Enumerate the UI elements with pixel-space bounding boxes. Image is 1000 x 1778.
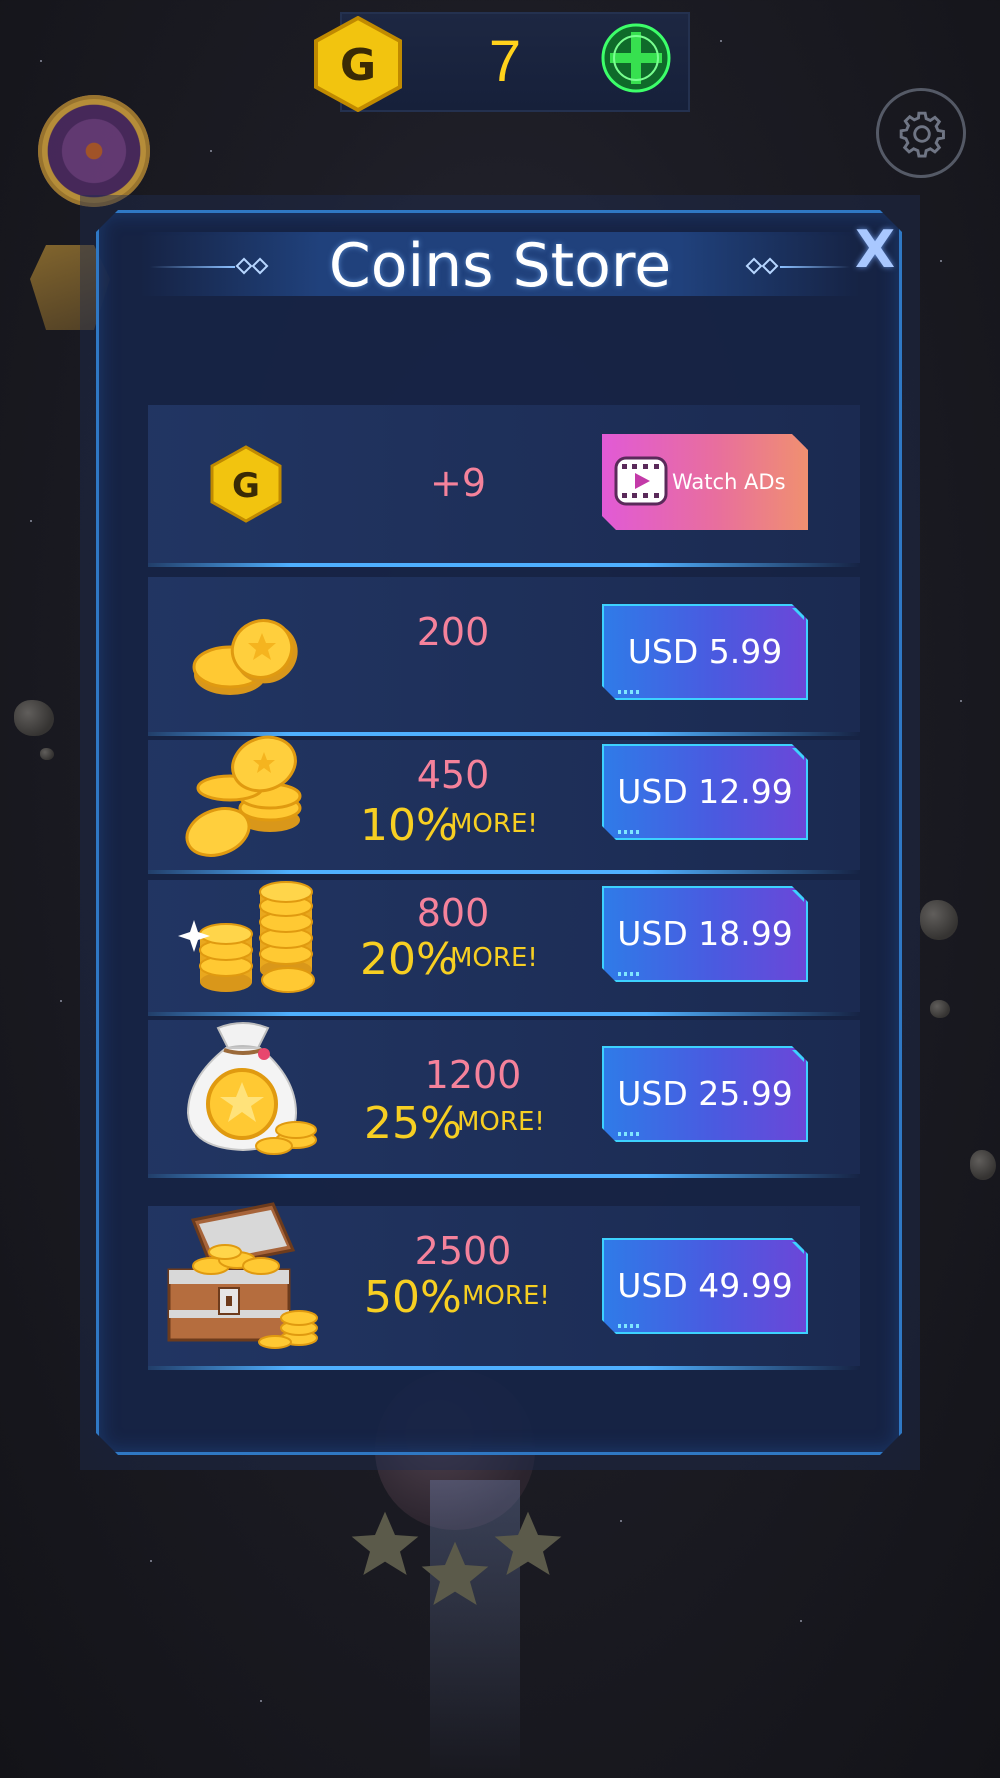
ad-reward-amount: +9 — [429, 461, 487, 505]
coin-pile-icon — [178, 728, 308, 858]
watch-ads-label: Watch ADs — [672, 470, 786, 494]
buy-pack-button[interactable]: USD 12.99 — [602, 744, 808, 840]
buy-pack-button[interactable]: USD 25.99 — [602, 1046, 808, 1142]
add-coins-plus-icon[interactable] — [600, 22, 672, 94]
pack-amount: 450 — [416, 753, 490, 797]
bonus-more-label: MORE! — [450, 809, 538, 839]
coin-stacks-icon — [178, 880, 318, 998]
price-label: USD 25.99 — [617, 1074, 793, 1113]
settings-gear-icon[interactable] — [876, 88, 966, 178]
bonus-more-label: MORE! — [457, 1107, 545, 1137]
g-hexagon-icon: G — [313, 15, 403, 113]
video-play-icon — [614, 454, 668, 508]
store-title: Coins Store — [328, 231, 672, 301]
title-decoration — [150, 266, 235, 268]
buy-pack-button[interactable]: USD 49.99 — [602, 1238, 808, 1334]
price-label: USD 49.99 — [617, 1266, 793, 1305]
bonus-percent: 10% — [360, 800, 458, 851]
coin-pair-icon — [188, 605, 308, 705]
star-icon — [488, 1505, 568, 1585]
watch-ads-button[interactable]: Watch ADs — [602, 434, 808, 530]
buy-pack-button[interactable]: USD 18.99 — [602, 886, 808, 982]
pack-amount: 1200 — [424, 1053, 522, 1097]
price-label: USD 12.99 — [617, 772, 793, 811]
coin-bag-icon — [168, 1018, 318, 1158]
pack-amount: 200 — [416, 610, 490, 654]
bonus-more-label: MORE! — [462, 1281, 550, 1311]
buy-pack-button[interactable]: USD 5.99 — [602, 604, 808, 700]
close-button[interactable]: X — [850, 222, 900, 278]
bonus-percent: 25% — [364, 1098, 462, 1149]
star-icon — [415, 1535, 495, 1615]
price-label: USD 5.99 — [627, 632, 783, 671]
price-label: USD 18.99 — [617, 914, 793, 953]
currency-count: 7 — [488, 29, 522, 94]
treasure-chest-icon — [163, 1200, 318, 1350]
bonus-percent: 20% — [360, 934, 458, 985]
svg-text:G: G — [232, 466, 260, 506]
portal-ring-icon[interactable] — [38, 95, 150, 207]
bonus-percent: 50% — [364, 1272, 462, 1323]
title-decoration — [780, 266, 850, 268]
bonus-more-label: MORE! — [450, 943, 538, 973]
svg-text:G: G — [340, 40, 376, 91]
star-icon — [345, 1505, 425, 1585]
g-hexagon-icon: G — [210, 445, 282, 523]
